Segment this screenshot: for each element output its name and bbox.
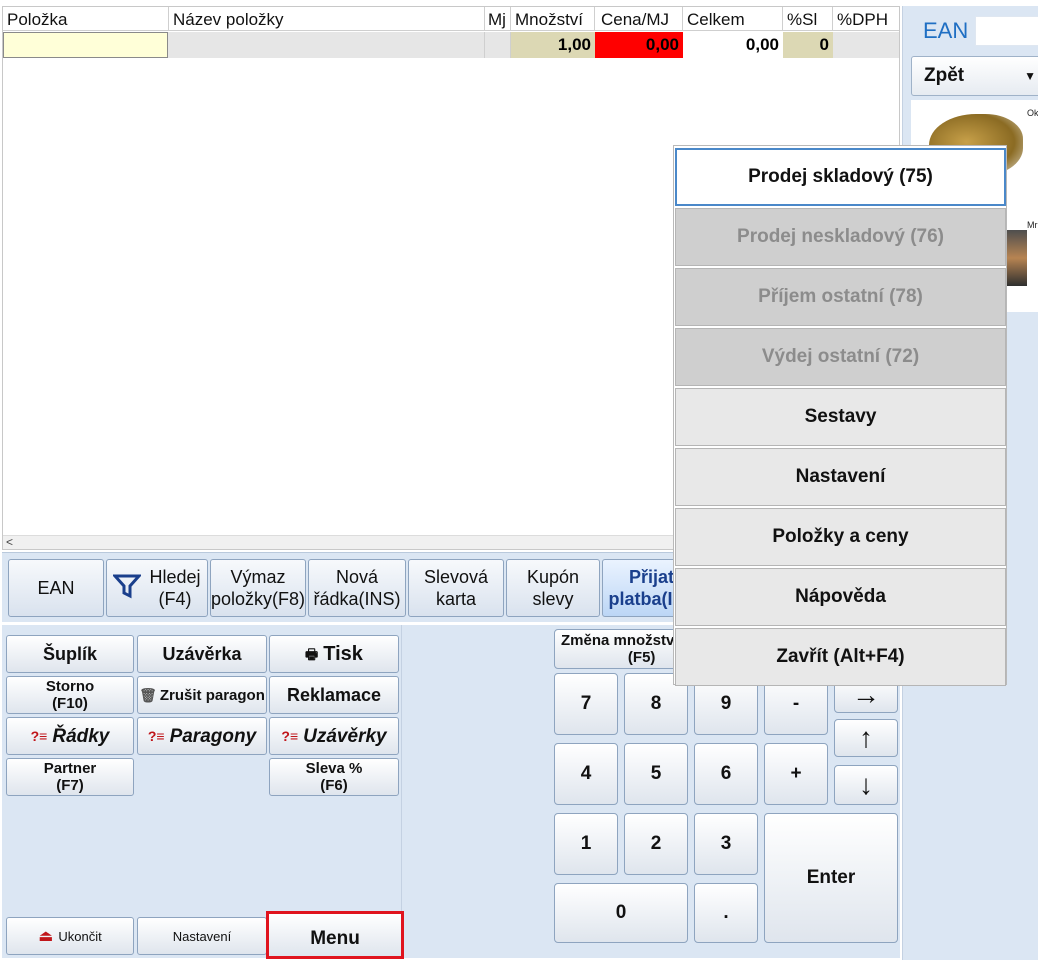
product-image[interactable] bbox=[1007, 230, 1027, 286]
closings-button[interactable]: ?≡ Uzávěrky bbox=[269, 717, 399, 755]
numpad-7[interactable]: 7 bbox=[554, 673, 618, 735]
back-label: Zpět bbox=[924, 65, 965, 86]
new-row-label: Nová řádka(INS) bbox=[313, 567, 401, 609]
numpad-5[interactable]: 5 bbox=[624, 743, 688, 805]
receipts-button[interactable]: ?≡ Paragony bbox=[137, 717, 267, 755]
main-menu-dropdown: Prodej skladový (75) Prodej neskladový (… bbox=[673, 145, 1007, 686]
column-header-unit-price[interactable]: Cena/MJ bbox=[595, 7, 683, 31]
unit-cell[interactable] bbox=[485, 32, 511, 58]
vat-cell[interactable] bbox=[833, 32, 901, 58]
closings-label: Uzávěrky bbox=[303, 725, 387, 747]
exit-button[interactable]: ⏏ Ukončit bbox=[6, 917, 134, 955]
chevron-down-icon: ▼ bbox=[1024, 69, 1036, 83]
filter-icon bbox=[112, 573, 143, 604]
menu-item-reports[interactable]: Sestavy bbox=[675, 388, 1006, 446]
menu-item-other-issue: Výdej ostatní (72) bbox=[675, 328, 1006, 386]
quantity-cell[interactable]: 1,00 bbox=[511, 32, 595, 58]
ean-button-label: EAN bbox=[37, 578, 75, 598]
search-button[interactable]: Hledej (F4) bbox=[106, 559, 208, 617]
storno-button[interactable]: Storno (F10) bbox=[6, 676, 134, 714]
menu-item-items-and-prices[interactable]: Položky a ceny bbox=[675, 508, 1006, 566]
payment-label: Přijat platba(I bbox=[608, 567, 675, 609]
menu-button[interactable]: Menu bbox=[266, 911, 404, 959]
numpad-3[interactable]: 3 bbox=[694, 813, 758, 875]
numpad-0[interactable]: 0 bbox=[554, 883, 688, 943]
unit-price-cell[interactable]: 0,00 bbox=[595, 32, 683, 58]
column-header-item[interactable]: Položka bbox=[3, 7, 169, 31]
arrow-up-icon: ↑ bbox=[859, 722, 873, 753]
rows-button[interactable]: ?≡ Řádky bbox=[6, 717, 134, 755]
quantity-change-label: Změna množstv (F5) bbox=[561, 632, 675, 666]
menu-item-close[interactable]: Zavřít (Alt+F4) bbox=[675, 628, 1006, 686]
menu-item-other-receipt: Příjem ostatní (78) bbox=[675, 268, 1006, 326]
closing-button[interactable]: Uzávěrka bbox=[137, 635, 267, 673]
discount-percent-label: Sleva % (F6) bbox=[305, 760, 363, 794]
partner-button[interactable]: Partner (F7) bbox=[6, 758, 134, 796]
numpad-2[interactable]: 2 bbox=[624, 813, 688, 875]
drawer-button[interactable]: Šuplík bbox=[6, 635, 134, 673]
item-code-cell[interactable] bbox=[3, 32, 168, 58]
delete-item-button[interactable]: Výmaz položky(F8) bbox=[210, 559, 306, 617]
column-header-item-name[interactable]: Název položky bbox=[169, 7, 485, 31]
report-icon: ?≡ bbox=[30, 727, 48, 744]
column-header-vat[interactable]: %DPH bbox=[833, 7, 901, 31]
numpad-plus[interactable]: + bbox=[764, 743, 828, 805]
printer-icon: 🖶 bbox=[305, 645, 319, 662]
ean-label: EAN bbox=[923, 18, 969, 43]
product-label: Mr bbox=[1027, 220, 1038, 230]
discount-percent-button[interactable]: Sleva % (F6) bbox=[269, 758, 399, 796]
item-name-cell[interactable] bbox=[169, 32, 485, 58]
numpad-4[interactable]: 4 bbox=[554, 743, 618, 805]
partner-label: Partner (F7) bbox=[43, 760, 97, 794]
arrow-down-button[interactable]: ↓ bbox=[834, 765, 898, 805]
column-header-quantity[interactable]: Množství bbox=[511, 7, 595, 31]
trash-icon: 🗑 bbox=[139, 686, 157, 703]
menu-item-settings[interactable]: Nastavení bbox=[675, 448, 1006, 506]
column-header-total[interactable]: Celkem bbox=[683, 7, 783, 31]
total-cell: 0,00 bbox=[683, 32, 783, 58]
menu-item-help[interactable]: Nápověda bbox=[675, 568, 1006, 626]
storno-label: Storno (F10) bbox=[45, 678, 95, 712]
new-row-button[interactable]: Nová řádka(INS) bbox=[308, 559, 406, 617]
report-icon: ?≡ bbox=[147, 727, 165, 744]
menu-item-nonstock-sale: Prodej neskladový (76) bbox=[675, 208, 1006, 266]
arrow-up-button[interactable]: ↑ bbox=[834, 719, 898, 757]
pos-window: Položka Název položky Mj Množství Cena/M… bbox=[0, 0, 1038, 960]
print-label: Tisk bbox=[323, 642, 363, 665]
coupon-label: Kupón slevy bbox=[526, 567, 580, 609]
search-button-label: Hledej (F4) bbox=[149, 567, 201, 609]
rows-label: Řádky bbox=[52, 725, 110, 747]
back-select[interactable]: Zpět ▼ bbox=[911, 56, 1038, 96]
receipts-label: Paragony bbox=[169, 725, 257, 747]
product-label: Ok bbox=[1027, 108, 1038, 118]
table-row[interactable]: 1,00 0,00 0,00 0 bbox=[3, 32, 899, 58]
quantity-change-button[interactable]: Změna množstv (F5) bbox=[554, 629, 688, 669]
exit-icon: ⏏ bbox=[38, 927, 54, 945]
exit-label: Ukončit bbox=[58, 928, 102, 944]
delete-item-label: Výmaz položky(F8) bbox=[210, 567, 306, 609]
numpad-1[interactable]: 1 bbox=[554, 813, 618, 875]
report-icon: ?≡ bbox=[281, 727, 299, 744]
grid-header: Položka Název položky Mj Množství Cena/M… bbox=[3, 7, 899, 31]
arrow-down-icon: ↓ bbox=[859, 769, 873, 800]
settings-button[interactable]: Nastavení bbox=[137, 917, 267, 955]
discount-card-label: Slevová karta bbox=[423, 567, 489, 609]
cancel-receipt-button[interactable]: 🗑 Zrušit paragon bbox=[137, 676, 267, 714]
discount-card-button[interactable]: Slevová karta bbox=[408, 559, 504, 617]
scroll-left-icon[interactable]: < bbox=[6, 535, 13, 549]
numpad-6[interactable]: 6 bbox=[694, 743, 758, 805]
print-button[interactable]: 🖶 Tisk bbox=[269, 635, 399, 673]
coupon-button[interactable]: Kupón slevy bbox=[506, 559, 600, 617]
ean-input[interactable] bbox=[975, 16, 1038, 46]
numpad-dot[interactable]: . bbox=[694, 883, 758, 943]
claims-button[interactable]: Reklamace bbox=[269, 676, 399, 714]
column-header-unit[interactable]: Mj bbox=[485, 7, 511, 31]
function-buttons-pane: Šuplík Uzávěrka 🖶 Tisk Storno (F10) 🗑 Zruši… bbox=[2, 625, 404, 959]
ean-button[interactable]: EAN bbox=[8, 559, 104, 617]
cancel-receipt-label: Zrušit paragon bbox=[159, 686, 265, 704]
discount-cell[interactable]: 0 bbox=[783, 32, 833, 58]
menu-item-stock-sale[interactable]: Prodej skladový (75) bbox=[675, 148, 1006, 206]
column-header-discount[interactable]: %Sl bbox=[783, 7, 833, 31]
enter-button[interactable]: Enter bbox=[764, 813, 898, 943]
